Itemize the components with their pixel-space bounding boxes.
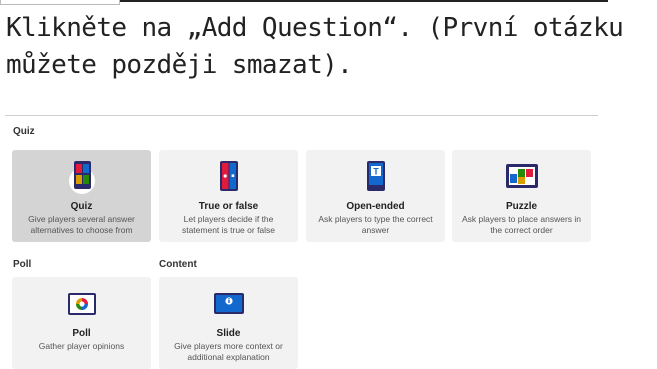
question-type-slide[interactable]: Slide Give players more context or addit… xyxy=(159,277,298,369)
card-title: Open-ended xyxy=(346,201,405,212)
question-type-quiz[interactable]: Quiz Give players several answer alterna… xyxy=(12,150,151,242)
section-label-content: Content xyxy=(159,259,197,270)
svg-text:T: T xyxy=(373,167,379,177)
card-description: Let players decide if the statement is t… xyxy=(181,214,276,235)
puzzle-icon xyxy=(505,164,538,188)
divider xyxy=(5,115,598,116)
card-description: Give players more context or additional … xyxy=(174,341,283,362)
instruction-line-2: můžete později smazat). xyxy=(6,50,353,80)
card-description: Give players several answer alternatives… xyxy=(28,214,135,235)
card-title: True or false xyxy=(198,201,259,212)
section-label-poll: Poll xyxy=(13,259,32,270)
card-description: Gather player opinions xyxy=(38,341,125,351)
question-type-poll[interactable]: Poll Gather player opinions xyxy=(12,277,151,369)
slide-icon xyxy=(213,293,244,314)
card-description: Ask players to type the correct answer xyxy=(318,214,433,235)
open-ended-icon: T xyxy=(366,161,385,191)
card-title: Slide xyxy=(216,328,241,339)
instruction-text: Klikněte na „Add Question“. (První otázk… xyxy=(6,10,626,84)
question-type-open-ended[interactable]: T Open-ended Ask players to type the cor… xyxy=(306,150,445,242)
question-type-true-or-false[interactable]: True or false Let players decide if the … xyxy=(159,150,298,242)
instruction-line-1: Klikněte na „Add Question“. (První otázk… xyxy=(6,13,624,43)
true-false-icon xyxy=(219,161,238,191)
card-title: Poll xyxy=(72,328,91,339)
section-label-quiz: Quiz xyxy=(13,126,35,137)
card-description: Ask players to place answers in the corr… xyxy=(461,214,582,235)
question-type-puzzle[interactable]: Puzzle Ask players to place answers in t… xyxy=(452,150,591,242)
top-tab xyxy=(0,0,120,5)
card-title: Puzzle xyxy=(505,201,538,212)
quiz-icon xyxy=(68,161,95,194)
card-title: Quiz xyxy=(70,201,93,212)
poll-icon xyxy=(67,293,96,315)
